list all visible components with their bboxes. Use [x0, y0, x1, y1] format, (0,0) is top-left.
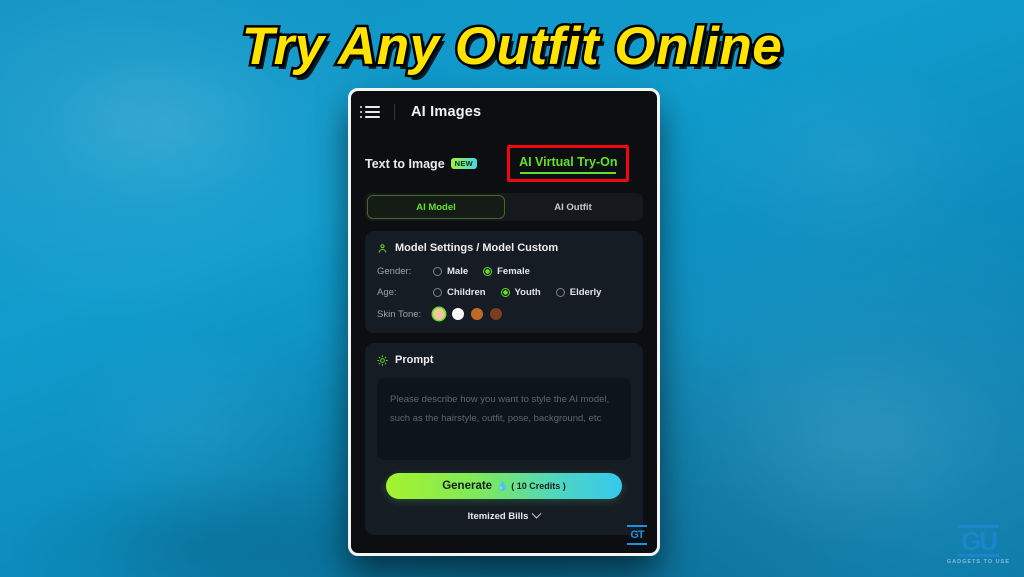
tab-bar: Text to Image NEW AI Virtual Try-On	[351, 133, 657, 182]
gender-label: Gender:	[377, 266, 412, 277]
age-row: Age: Children Youth Elderly	[377, 287, 631, 298]
model-settings-card: Model Settings / Model Custom Gender: Ma…	[365, 231, 643, 333]
background-texture	[700, 60, 1000, 260]
age-option-children[interactable]: Children	[433, 287, 486, 298]
age-label: Age:	[377, 287, 397, 298]
tab-text-to-image-label: Text to Image	[365, 156, 445, 171]
list-menu-icon[interactable]	[360, 106, 380, 118]
gender-row: Gender: Male Female	[377, 266, 631, 277]
age-option-elderly-label: Elderly	[569, 287, 602, 298]
sun-sparkle-icon	[377, 354, 388, 366]
topbar-divider	[394, 104, 395, 120]
page-title: Try Any Outfit Online	[239, 15, 784, 79]
skin-tone-row: Skin Tone:	[377, 308, 631, 320]
watermark-logo: GU GADGETS TO USE	[947, 525, 1010, 565]
radio-selected-icon	[500, 288, 510, 297]
person-icon	[378, 243, 387, 253]
itemized-bills-label: Itemized Bills	[467, 511, 529, 522]
watermark-mark: GU	[957, 525, 999, 557]
app-window: AI Images Text to Image NEW AI Virtual T…	[348, 88, 660, 556]
gender-option-male[interactable]: Male	[433, 266, 468, 277]
radio-icon	[433, 288, 442, 297]
skin-tone-swatch-0[interactable]	[433, 308, 445, 320]
app-title: AI Images	[411, 104, 482, 120]
in-app-watermark: GT	[627, 525, 647, 545]
tab-text-to-image[interactable]: Text to Image NEW	[365, 156, 478, 171]
radio-icon	[433, 267, 442, 276]
itemized-bills-toggle[interactable]: Itemized Bills	[377, 508, 631, 522]
generate-credits: 💧 ( 10 Credits )	[497, 481, 566, 492]
gender-option-female[interactable]: Female	[483, 266, 530, 277]
skin-tone-swatch-2[interactable]	[471, 308, 483, 320]
segmented-control: AI Model AI Outfit	[365, 193, 643, 221]
prompt-placeholder-line-1: Please describe how you want to style th…	[390, 394, 610, 405]
gender-option-male-label: Male	[447, 266, 469, 277]
prompt-placeholder-line-2: such as the hairstyle, outfit, pose, bac…	[390, 413, 602, 424]
segment-ai-model[interactable]: AI Model	[367, 195, 505, 219]
generate-credits-label: ( 10 Credits )	[511, 481, 566, 491]
screenshot-root: Try Any Outfit Online AI Images Text to …	[0, 0, 1024, 577]
tab-ai-virtual-tryon-highlight[interactable]: AI Virtual Try-On	[507, 145, 630, 182]
model-settings-title: Model Settings / Model Custom	[395, 242, 559, 254]
age-option-youth-label: Youth	[514, 287, 541, 298]
chevron-down-icon	[531, 508, 542, 519]
generate-button-label: Generate	[442, 480, 493, 492]
prompt-title: Prompt	[395, 354, 434, 366]
age-option-children-label: Children	[447, 287, 486, 298]
radio-selected-icon	[483, 267, 493, 276]
skin-tone-swatch-1[interactable]	[452, 308, 464, 320]
skin-tone-swatch-3[interactable]	[490, 308, 502, 320]
skin-tone-swatches	[433, 308, 502, 320]
age-option-elderly[interactable]: Elderly	[555, 287, 602, 298]
age-option-youth[interactable]: Youth	[500, 287, 541, 298]
gender-option-female-label: Female	[497, 266, 530, 277]
prompt-header: Prompt	[377, 354, 631, 366]
flame-icon: 💧	[497, 480, 509, 491]
radio-icon	[555, 288, 565, 297]
app-topbar: AI Images	[351, 91, 657, 133]
new-badge: NEW	[450, 158, 478, 169]
skin-tone-label: Skin Tone:	[377, 308, 422, 320]
background-texture	[690, 330, 1010, 550]
background-texture	[60, 330, 340, 530]
watermark-subtitle: GADGETS TO USE	[946, 559, 1010, 565]
active-tab-underline	[520, 172, 617, 174]
prompt-card: Prompt Please describe how you want to s…	[365, 343, 643, 535]
model-settings-header: Model Settings / Model Custom	[377, 242, 631, 254]
segment-ai-outfit[interactable]: AI Outfit	[505, 195, 641, 219]
tab-ai-virtual-tryon-label: AI Virtual Try-On	[519, 155, 618, 169]
prompt-input[interactable]: Please describe how you want to style th…	[377, 378, 631, 460]
generate-button[interactable]: Generate 💧 ( 10 Credits )	[386, 473, 622, 499]
